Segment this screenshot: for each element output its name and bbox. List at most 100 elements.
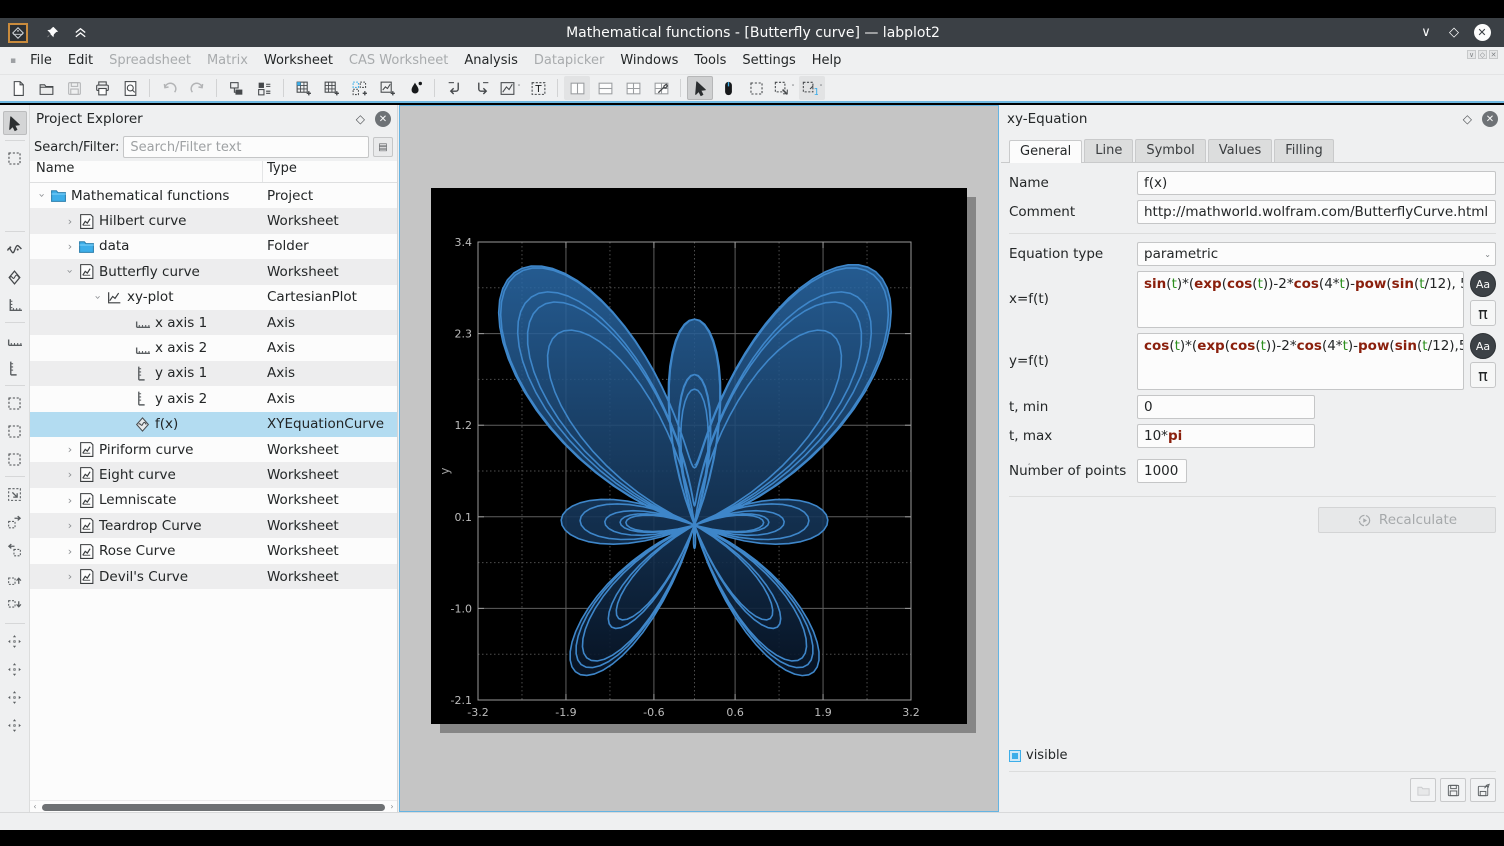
undo-button[interactable]: [156, 76, 182, 100]
zoom-fit-selection-button[interactable]: [3, 482, 27, 506]
window-titlebar[interactable]: Mathematical functions - [Butterfly curv…: [0, 18, 1504, 47]
tree-row-f-x-[interactable]: f(x)XYEquationCurve: [30, 412, 397, 437]
tree-row-data[interactable]: ›dataFolder: [30, 234, 397, 259]
tree-row-y-axis-1[interactable]: y axis 1Axis: [30, 361, 397, 386]
pin-icon[interactable]: [41, 22, 63, 44]
spinbox-arrows-icon[interactable]: ˄˅: [1028, 464, 1032, 478]
number-of-points-spinbox[interactable]: 1000: [1137, 459, 1187, 483]
menu-edit[interactable]: Edit: [60, 49, 101, 72]
layout-grid-button[interactable]: [620, 76, 646, 100]
t-max-input[interactable]: 10*pi: [1137, 424, 1315, 448]
layout-edit-button[interactable]: [648, 76, 674, 100]
equation-type-dropdown[interactable]: parametric: [1137, 242, 1496, 266]
tree-row-rose-curve[interactable]: ›Rose CurveWorksheet: [30, 538, 397, 563]
tree-row-piriform-curve[interactable]: ›Piriform curveWorksheet: [30, 437, 397, 462]
tree-expander-icon[interactable]: ›: [64, 519, 76, 532]
tab-general[interactable]: General: [1009, 140, 1082, 163]
worksheet-page[interactable]: 3.42.31.20.1-1.0-2.1-3.2-1.9-0.60.61.93.…: [431, 188, 967, 724]
menu-tools[interactable]: Tools: [686, 49, 734, 72]
tree-expander-icon[interactable]: ›: [64, 240, 76, 253]
zoom-one-button[interactable]: ˅: [799, 76, 825, 100]
tree-row-hilbert-curve[interactable]: ›Hilbert curveWorksheet: [30, 208, 397, 233]
new-document-button[interactable]: [5, 76, 31, 100]
new-spreadsheet-button[interactable]: [290, 76, 316, 100]
y-equation-input[interactable]: cos(t)*(exp(cos(t))-2*cos(4*t)-pow(sin(t…: [1137, 333, 1464, 390]
plot-select-mode-button[interactable]: [3, 111, 27, 135]
close-panel-icon[interactable]: ✕: [375, 111, 391, 127]
open-project-button[interactable]: [33, 76, 59, 100]
y-insert-function-button[interactable]: Aa: [1470, 333, 1496, 359]
new-plot-button[interactable]: [374, 76, 400, 100]
tree-row-eight-curve[interactable]: ›Eight curveWorksheet: [30, 462, 397, 487]
add-text-label-button[interactable]: [525, 76, 551, 100]
tree-row-teardrop-curve[interactable]: ›Teardrop CurveWorksheet: [30, 513, 397, 538]
app-icon[interactable]: [8, 23, 28, 43]
split-vertical-button[interactable]: [564, 76, 590, 100]
shift-right-x-button[interactable]: [3, 510, 27, 534]
auto-scale-y-button[interactable]: [3, 685, 27, 709]
menu-worksheet[interactable]: Worksheet: [256, 49, 341, 72]
tree-row-mathematical-functions[interactable]: ›Mathematical functionsProject: [30, 183, 397, 208]
save-template-button[interactable]: [1440, 778, 1466, 802]
save-as-template-button[interactable]: [1470, 778, 1496, 802]
dropdown-arrow-icon[interactable]: ˅: [819, 84, 823, 92]
new-folder-button[interactable]: [223, 76, 249, 100]
tree-expander-icon[interactable]: ›: [64, 494, 76, 507]
shift-left-x-button[interactable]: [3, 538, 27, 562]
y-insert-constant-button[interactable]: π: [1470, 362, 1496, 388]
new-matrix-button[interactable]: [318, 76, 344, 100]
tab-line[interactable]: Line: [1084, 139, 1133, 162]
tree-expander-icon[interactable]: ›: [92, 291, 105, 303]
dock-float-mini-icon[interactable]: ◇: [1478, 50, 1487, 59]
import-button[interactable]: [441, 76, 467, 100]
tree-column-headers[interactable]: Name Type: [30, 161, 397, 183]
load-template-button[interactable]: [1410, 778, 1436, 802]
redo-button[interactable]: [184, 76, 210, 100]
tree-row-x-axis-2[interactable]: x axis 2Axis: [30, 335, 397, 360]
visible-checkbox[interactable]: [1009, 750, 1021, 762]
dropdown-arrow-icon[interactable]: ˅: [517, 84, 521, 92]
menu-windows[interactable]: Windows: [612, 49, 686, 72]
save-project-button[interactable]: [61, 76, 87, 100]
zoom-select-mode-button[interactable]: [743, 76, 769, 100]
tree-expander-icon[interactable]: ›: [64, 266, 77, 278]
shift-up-y-button[interactable]: [3, 566, 27, 590]
resize-horizontal-button[interactable]: [3, 174, 27, 198]
tree-row-xy-plot[interactable]: ›xy-plotCartesianPlot: [30, 285, 397, 310]
zoom-in-y-button[interactable]: [3, 447, 27, 471]
new-worksheet-button[interactable]: [346, 76, 372, 100]
menu-analysis[interactable]: Analysis: [456, 49, 526, 72]
tree-expander-icon[interactable]: ›: [64, 570, 76, 583]
tree-row-y-axis-2[interactable]: y axis 2Axis: [30, 386, 397, 411]
filter-options-button[interactable]: ▤: [373, 137, 393, 157]
zoom-tool-button[interactable]: ˅: [771, 76, 797, 100]
print-button[interactable]: [89, 76, 115, 100]
butterfly-plot[interactable]: 3.42.31.20.1-1.0-2.1-3.2-1.9-0.60.61.93.…: [431, 188, 967, 724]
zoom-in-x-button[interactable]: [3, 419, 27, 443]
column-header-type[interactable]: Type: [263, 161, 397, 182]
scrollbar-thumb[interactable]: [42, 804, 385, 811]
worksheet-view[interactable]: 3.42.31.20.1-1.0-2.1-3.2-1.9-0.60.61.93.…: [399, 105, 999, 812]
add-y-axis-button[interactable]: [3, 356, 27, 380]
comment-field[interactable]: http://mathworld.wolfram.com/ButterflyCu…: [1137, 200, 1496, 224]
tab-symbol[interactable]: Symbol: [1135, 139, 1205, 162]
tree-row-lemniscate[interactable]: ›LemniscateWorksheet: [30, 488, 397, 513]
new-workbook-button[interactable]: [251, 76, 277, 100]
new-cartesian-plot-button[interactable]: ˅: [497, 76, 523, 100]
zoom-in-selection-button[interactable]: [3, 391, 27, 415]
print-preview-button[interactable]: [117, 76, 143, 100]
keep-above-icon[interactable]: [69, 22, 91, 44]
t-min-input[interactable]: 0: [1137, 395, 1315, 419]
recalculate-button[interactable]: Recalculate: [1318, 507, 1496, 533]
tab-filling[interactable]: Filling: [1274, 139, 1333, 162]
add-equation-curve-button[interactable]: [3, 265, 27, 289]
search-filter-input[interactable]: [123, 136, 369, 158]
tree-expander-icon[interactable]: ›: [64, 443, 76, 456]
dock-close-mini-icon[interactable]: ✕: [1489, 50, 1498, 59]
export-button[interactable]: [469, 76, 495, 100]
tree-expander-icon[interactable]: ›: [64, 215, 76, 228]
shift-down-y-button[interactable]: [3, 594, 27, 618]
new-datapicker-button[interactable]: [402, 76, 428, 100]
horizontal-scrollbar[interactable]: ‹ ›: [30, 800, 397, 812]
add-axis-button[interactable]: [3, 293, 27, 317]
